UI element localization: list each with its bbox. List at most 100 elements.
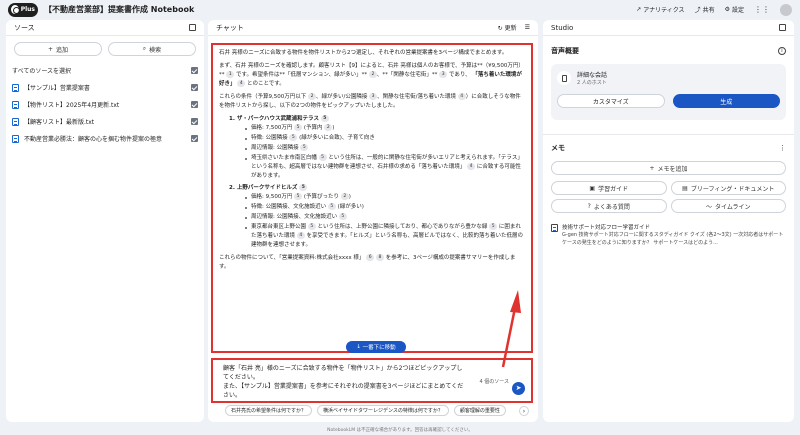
citation[interactable]: 5 xyxy=(300,144,309,151)
citation[interactable]: 4 xyxy=(237,80,246,87)
property-desc: 東京都台東区上野公園 5 という住所は、上野公園に隣接しており、都心でありながら… xyxy=(245,223,525,250)
refresh-label: 更新 xyxy=(504,25,517,32)
collapse-panel-icon[interactable] xyxy=(189,24,196,31)
faq-label: よくある質問 xyxy=(593,203,630,211)
notebook-title[interactable]: 【不動産営業部】提案書作成 Notebook xyxy=(44,4,194,15)
citation[interactable]: 5 xyxy=(318,154,327,161)
studio-title: Studio xyxy=(551,23,574,32)
generate-button[interactable]: 生成 xyxy=(672,94,780,108)
citation[interactable]: 8 xyxy=(375,254,384,261)
avatar[interactable] xyxy=(780,3,792,16)
note-body: G-gen 技術サポート対応フローに関するスタディガイド クイズ (各2〜3文)… xyxy=(562,232,784,246)
citation[interactable]: 2 xyxy=(368,71,377,78)
select-all-checkbox[interactable] xyxy=(191,67,198,74)
search-label: 検索 xyxy=(149,46,162,54)
suggestion-chip[interactable]: 横浜ベイサイドタワーレジデンスの特徴は何ですか？ xyxy=(317,405,449,416)
studio-header: Studio xyxy=(543,20,794,36)
generate-label: 生成 xyxy=(720,98,733,106)
refresh-button[interactable]: ↻ 更新 xyxy=(498,23,517,32)
tune-icon[interactable]: ☰ xyxy=(525,24,530,31)
response-criteria: これらの条件（予算9,500万円以下 2 、緑が多い/公園隣接 3 、閑静な住宅街/… xyxy=(219,93,521,109)
settings-button[interactable]: ⚙ 設定 xyxy=(725,5,744,14)
document-icon xyxy=(12,134,19,143)
send-button[interactable]: ➤ xyxy=(512,382,525,395)
note-card[interactable]: 技術サポート対応フロー学習ガイド G-gen 技術サポート対応フローに関するスタ… xyxy=(551,223,786,247)
citation[interactable]: 4 xyxy=(296,232,305,239)
app-logo[interactable]: Plus xyxy=(8,2,38,17)
study-guide-button[interactable]: ▣ 学習ガイド xyxy=(551,181,667,195)
share-label: 共有 xyxy=(702,7,715,14)
refresh-icon: ↻ xyxy=(497,25,503,32)
memo-title: メモ xyxy=(551,144,565,152)
citation[interactable]: 5 xyxy=(320,115,329,122)
collapse-panel-icon[interactable] xyxy=(779,24,786,31)
analytics-button[interactable]: ↗ アナリティクス xyxy=(636,5,684,14)
suggestion-chip[interactable]: 顧客理解の重要性 xyxy=(453,405,506,416)
source-item[interactable]: 【物件リスト】2025年4月更新.txt xyxy=(6,96,204,113)
citation[interactable]: 3 xyxy=(369,93,378,100)
source-checkbox[interactable] xyxy=(191,118,198,125)
note-icon xyxy=(551,224,558,232)
graduation-cap-icon: ▣ xyxy=(589,184,596,192)
document-icon xyxy=(12,100,19,109)
footer-disclaimer: NotebookLM は不正確な場合があります。回答は再確認してください。 xyxy=(327,428,473,433)
source-item[interactable]: 【顧客リスト】最新版.txt xyxy=(6,113,204,130)
apps-grid-icon[interactable]: ⋮⋮ xyxy=(754,5,770,14)
citation[interactable]: 2 xyxy=(308,93,316,100)
add-memo-label: メモを追加 xyxy=(657,165,688,173)
source-checkbox[interactable] xyxy=(191,84,198,91)
citation[interactable]: 1 xyxy=(226,71,235,78)
source-checkbox[interactable] xyxy=(191,101,198,108)
send-icon: ➤ xyxy=(515,384,522,392)
sources-panel: ソース + 追加 ⌕ 検索 すべてのソースを選択 【サンプル】営業提案書 【物件リス… xyxy=(6,20,204,422)
scroll-to-bottom-button[interactable]: ↓ 一番下に移動 xyxy=(346,341,406,353)
analytics-label: アナリティクス xyxy=(643,7,685,14)
timeline-label: タイムライン xyxy=(714,203,751,211)
citation[interactable]: 5 xyxy=(299,184,308,191)
more-options-icon[interactable]: ⋮ xyxy=(779,144,786,152)
citation[interactable]: 3 xyxy=(439,71,448,78)
sources-title: ソース xyxy=(14,23,35,32)
document-icon xyxy=(12,117,19,126)
audio-item-title: 詳細な会話 xyxy=(577,72,608,79)
response-closing: これらの物件について、「営業提案資料:株式会社xxxx 様」 6 8 を参考に、… xyxy=(219,254,516,270)
plus-icon: + xyxy=(649,164,655,172)
citation[interactable]: 5 xyxy=(294,124,303,131)
citation[interactable]: 4 xyxy=(467,163,476,170)
citation[interactable]: 6 xyxy=(366,254,375,261)
citation[interactable]: 5 xyxy=(327,203,336,210)
citation[interactable]: 2 xyxy=(340,193,349,200)
citation[interactable]: 4 xyxy=(457,93,466,100)
source-item-label: 【サンプル】営業提案書 xyxy=(24,85,90,92)
timeline-icon: 〜 xyxy=(705,203,712,211)
chevron-right-icon[interactable]: › xyxy=(519,406,529,416)
citation[interactable]: 2 xyxy=(324,124,333,131)
source-item[interactable]: 不動産営業必勝法：顧客の心を掴む物件提案の極意 xyxy=(6,130,204,147)
sources-header: ソース xyxy=(6,20,204,36)
citation[interactable]: 5 xyxy=(338,213,347,220)
citation[interactable]: 5 xyxy=(294,193,303,200)
customize-button[interactable]: カスタマイズ xyxy=(557,94,665,108)
source-count: 4 個のソース xyxy=(479,379,509,385)
faq-button[interactable]: ? よくある質問 xyxy=(551,199,667,213)
discover-source-button[interactable]: ⌕ 検索 xyxy=(108,42,196,56)
briefing-doc-button[interactable]: ▤ ブリーフィング・ドキュメント xyxy=(670,181,786,195)
suggestion-chip[interactable]: 石井亮氏の希望条件は何ですか？ xyxy=(225,405,313,416)
add-memo-button[interactable]: + メモを追加 xyxy=(551,161,786,175)
share-button[interactable]: ⤴ 共有 xyxy=(695,5,715,14)
add-source-label: 追加 xyxy=(56,46,69,54)
citation[interactable]: 5 xyxy=(307,223,316,230)
suggestion-chips: 石井亮氏の希望条件は何ですか？ 横浜ベイサイドタワーレジデンスの特徴は何ですか？… xyxy=(211,405,533,417)
source-checkbox[interactable] xyxy=(191,135,198,142)
timeline-button[interactable]: 〜タイムライン xyxy=(670,199,786,213)
source-item[interactable]: 【サンプル】営業提案書 xyxy=(6,79,204,96)
chat-input[interactable]: 顧客「石井 亮」様のニーズに合致する物件を「物件リスト」から2つほどピックアップ… xyxy=(211,358,533,403)
add-source-button[interactable]: + 追加 xyxy=(14,42,102,56)
select-all-row[interactable]: すべてのソースを選択 xyxy=(6,62,204,79)
share-icon: ⤴ xyxy=(694,7,701,14)
info-icon[interactable]: i xyxy=(778,47,786,55)
source-item-label: 【顧客リスト】最新版.txt xyxy=(24,119,95,126)
citation[interactable]: 5 xyxy=(289,134,298,141)
citation[interactable]: 5 xyxy=(489,223,498,230)
help-icon: ? xyxy=(587,202,591,210)
